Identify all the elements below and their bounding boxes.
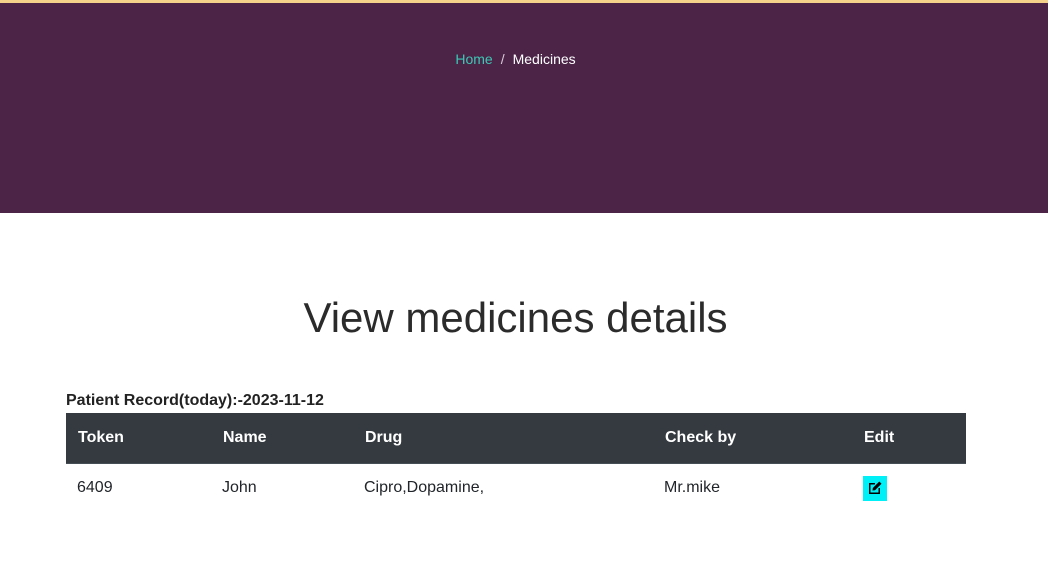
breadcrumb-separator: / — [500, 51, 505, 67]
cell-check-by: Mr.mike — [664, 479, 720, 497]
breadcrumb-home-link[interactable]: Home — [455, 51, 492, 67]
header-check-by: Check by — [653, 413, 852, 464]
table-body: 6409 John Cipro,Dopamine, Mr.mike — [66, 463, 966, 513]
cell-token: 6409 — [77, 479, 113, 497]
table-header: Token Name Drug Check by Edit — [66, 413, 966, 464]
header-name: Name — [211, 413, 353, 464]
breadcrumb-current: Medicines — [512, 51, 576, 67]
edit-button[interactable] — [863, 475, 887, 501]
header-edit: Edit — [852, 413, 966, 464]
header-token: Token — [66, 413, 211, 464]
page-header-banner: Home / Medicines — [0, 3, 1048, 213]
patient-record-caption: Patient Record(today):-2023-11-12 — [66, 392, 324, 409]
medicines-table: Token Name Drug Check by Edit 6409 John … — [66, 413, 966, 513]
cell-edit — [852, 463, 966, 513]
table-header-row: Token Name Drug Check by Edit — [66, 413, 966, 464]
breadcrumb: Home / Medicines — [0, 51, 1031, 67]
header-drug: Drug — [353, 413, 653, 464]
edit-icon — [869, 481, 882, 494]
cell-name: John — [222, 479, 257, 497]
page-title: View medicines details — [303, 294, 728, 341]
cell-drug: Cipro,Dopamine, — [364, 479, 485, 497]
table-row: 6409 John Cipro,Dopamine, Mr.mike — [66, 463, 966, 513]
